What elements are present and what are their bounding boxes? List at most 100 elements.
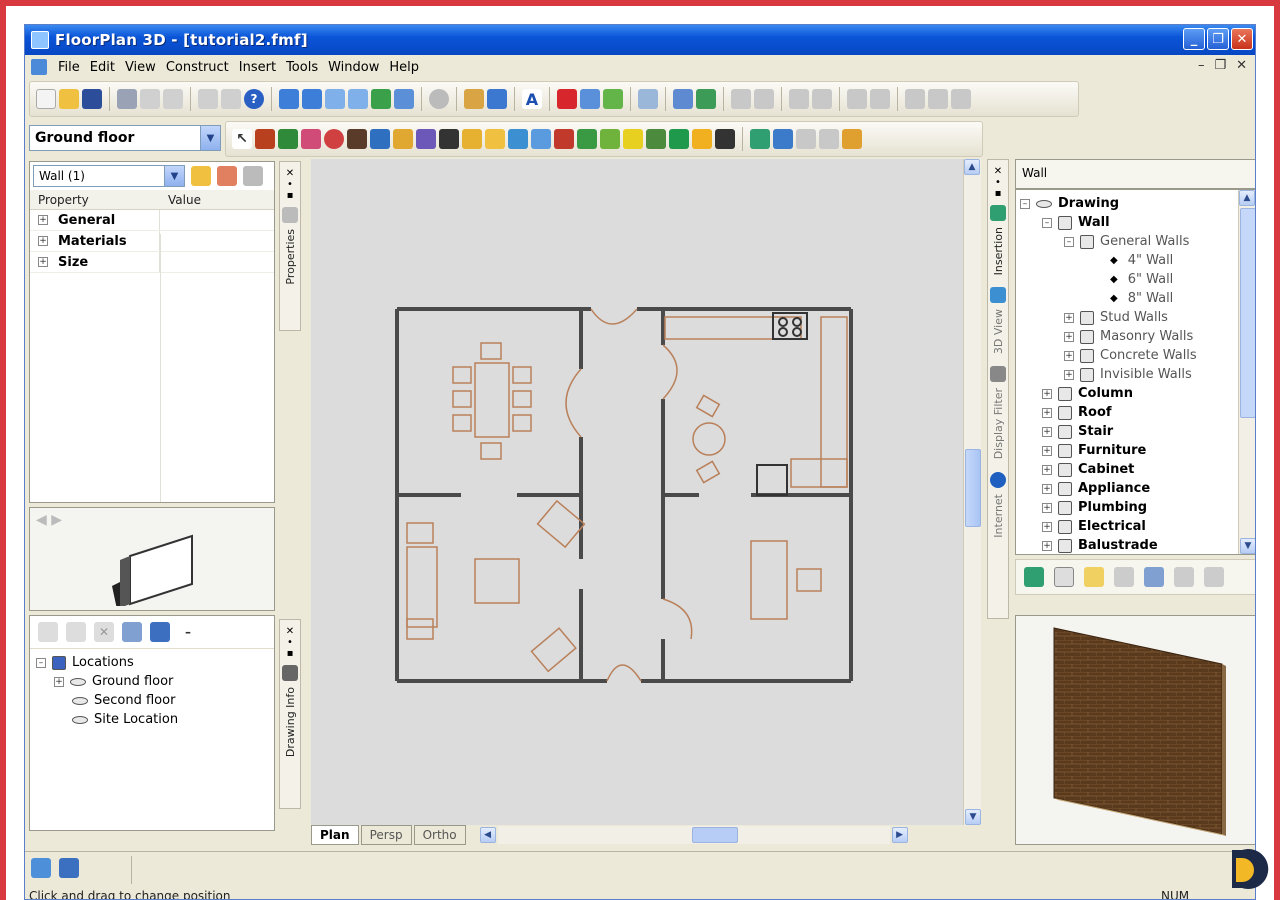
align-bottom-icon[interactable]: [754, 89, 774, 109]
redo-icon[interactable]: [221, 89, 241, 109]
calculator-icon[interactable]: [580, 89, 600, 109]
zoom-extents-icon[interactable]: [348, 89, 368, 109]
zoom-out-icon[interactable]: [302, 89, 322, 109]
cabinet-icon[interactable]: [462, 129, 482, 149]
tab-display-filter[interactable]: Display Filter: [992, 388, 1005, 459]
property-group-general[interactable]: + General: [30, 210, 274, 231]
house-icon[interactable]: [487, 89, 507, 109]
map-icon[interactable]: [31, 858, 51, 878]
scroll-up-icon[interactable]: ▲: [1239, 190, 1255, 206]
tree-item-second-floor[interactable]: Second floor: [36, 691, 268, 710]
plant-icon[interactable]: [600, 129, 620, 149]
tree-item-ground-floor[interactable]: + Ground floor: [36, 672, 268, 691]
close-button[interactable]: ✕: [1231, 28, 1253, 50]
collapse-icon[interactable]: –: [1042, 217, 1052, 228]
expand-icon[interactable]: +: [1064, 369, 1074, 380]
menu-view[interactable]: View: [120, 60, 161, 75]
collapse-icon[interactable]: –: [1064, 236, 1074, 247]
fireplace-icon[interactable]: [554, 129, 574, 149]
minimize-button[interactable]: _: [1183, 28, 1205, 50]
distribute-vertical-icon[interactable]: [847, 89, 867, 109]
tree-item-general-walls[interactable]: – General Walls: [1020, 232, 1252, 251]
render-icon[interactable]: [464, 89, 484, 109]
zoom-in-icon[interactable]: [279, 89, 299, 109]
scroll-down-icon[interactable]: ▼: [1240, 538, 1255, 554]
move-up-icon[interactable]: [150, 622, 170, 642]
tree-item-stud-walls[interactable]: + Stud Walls: [1020, 308, 1252, 327]
collapse-icon[interactable]: –: [1020, 198, 1030, 209]
expand-icon[interactable]: +: [38, 236, 48, 246]
tree-item-site-location[interactable]: Site Location: [36, 710, 268, 729]
expand-icon[interactable]: +: [1042, 521, 1052, 532]
menu-help[interactable]: Help: [384, 60, 424, 75]
zoom-window-icon[interactable]: [325, 89, 345, 109]
pin-icon[interactable]: •: [287, 637, 293, 648]
tree-item-locations[interactable]: – Locations: [36, 653, 268, 672]
maximize-button[interactable]: ❐: [1207, 28, 1229, 50]
cut-icon[interactable]: [140, 89, 160, 109]
insert-object-icon[interactable]: [1024, 567, 1044, 587]
floor-icon[interactable]: [347, 129, 367, 149]
expand-icon[interactable]: +: [1042, 464, 1052, 475]
wall-icon[interactable]: [255, 129, 275, 149]
shower-icon[interactable]: [531, 129, 551, 149]
tree-item-wall-6[interactable]: ◆ 6" Wall: [1020, 270, 1252, 289]
copy-icon[interactable]: [163, 89, 183, 109]
walkthrough-icon[interactable]: [696, 89, 716, 109]
move-down-icon[interactable]: –: [178, 622, 198, 642]
menu-edit[interactable]: Edit: [85, 60, 120, 75]
tree-item-stair[interactable]: + Stair: [1020, 422, 1252, 441]
menu-insert[interactable]: Insert: [234, 60, 281, 75]
grid-icon[interactable]: [638, 89, 658, 109]
shrub-icon[interactable]: [646, 129, 666, 149]
doc-close-button[interactable]: ✕: [1236, 58, 1247, 73]
tab-insertion[interactable]: Insertion: [992, 227, 1005, 275]
chevron-down-icon[interactable]: ▼: [164, 166, 184, 186]
light-icon[interactable]: [692, 129, 712, 149]
scroll-up-icon[interactable]: ▲: [964, 159, 980, 175]
rotate-icon[interactable]: [819, 129, 839, 149]
expand-icon[interactable]: +: [1042, 483, 1052, 494]
close-icon[interactable]: ✕: [286, 626, 294, 637]
canvas-vertical-scrollbar[interactable]: ▲ ▼: [963, 159, 981, 825]
pin-icon[interactable]: •: [287, 179, 293, 190]
tree-item-cabinet[interactable]: + Cabinet: [1020, 460, 1252, 479]
scroll-thumb[interactable]: [965, 449, 981, 527]
expand-icon[interactable]: +: [1064, 312, 1074, 323]
new-location-icon[interactable]: [38, 622, 58, 642]
find-icon[interactable]: [1114, 567, 1134, 587]
camera-icon[interactable]: [673, 89, 693, 109]
tree-item-column[interactable]: + Column: [1020, 384, 1252, 403]
room-icon[interactable]: [324, 129, 344, 149]
menu-icon[interactable]: ▪: [995, 188, 1002, 199]
collapse-icon[interactable]: –: [36, 657, 46, 668]
property-group-size[interactable]: + Size: [30, 252, 274, 273]
expand-icon[interactable]: +: [1042, 407, 1052, 418]
doc-minimize-button[interactable]: –: [1198, 58, 1205, 73]
zoom-previous-icon[interactable]: [371, 89, 391, 109]
expand-icon[interactable]: +: [1064, 350, 1074, 361]
scroll-left-icon[interactable]: ◀: [479, 827, 496, 843]
text-icon[interactable]: A: [522, 89, 542, 109]
delete-location-icon[interactable]: ✕: [94, 622, 114, 642]
tab-drawing-info[interactable]: Drawing Info: [284, 687, 297, 757]
terrain-icon[interactable]: [577, 129, 597, 149]
doc-restore-button[interactable]: ❐: [1214, 58, 1226, 73]
refresh-icon[interactable]: [429, 89, 449, 109]
align-top-icon[interactable]: [731, 89, 751, 109]
rename-location-icon[interactable]: [66, 622, 86, 642]
tree-item-wall[interactable]: – Wall: [1020, 213, 1252, 232]
floor-selector[interactable]: Ground floor ▼: [29, 125, 221, 151]
plan-canvas[interactable]: [311, 159, 963, 825]
expand-icon[interactable]: +: [1042, 445, 1052, 456]
properties-sort-icon[interactable]: [217, 166, 237, 186]
stair-icon[interactable]: [370, 129, 390, 149]
car-icon[interactable]: [715, 129, 735, 149]
align-right-icon[interactable]: [812, 89, 832, 109]
expand-icon[interactable]: +: [1042, 426, 1052, 437]
expand-icon[interactable]: +: [1042, 388, 1052, 399]
tree-item-invisible-walls[interactable]: + Invisible Walls: [1020, 365, 1252, 384]
expand-icon[interactable]: +: [1042, 540, 1052, 551]
landscape-icon[interactable]: [603, 89, 623, 109]
location-properties-icon[interactable]: [122, 622, 142, 642]
